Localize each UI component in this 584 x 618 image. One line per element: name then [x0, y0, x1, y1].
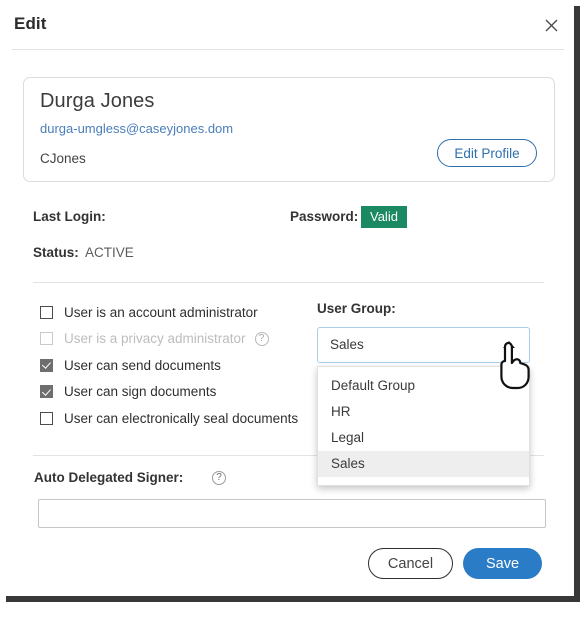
- password-label: Password:: [290, 209, 359, 224]
- dropdown-option-default-group[interactable]: Default Group: [318, 373, 529, 399]
- save-button[interactable]: Save: [463, 548, 542, 579]
- checkbox-sign-documents[interactable]: [40, 385, 53, 399]
- permission-label: User can electronically seal documents: [64, 410, 299, 426]
- user-group-dropdown: Default Group HR Legal Sales: [317, 366, 530, 486]
- header-divider: [12, 49, 564, 50]
- last-login-label: Last Login:: [33, 209, 106, 224]
- user-group-selected-value: Sales: [330, 337, 364, 352]
- auto-delegated-signer-input[interactable]: [38, 499, 546, 528]
- checkbox-seal-documents[interactable]: [40, 411, 53, 425]
- permission-row-privacy-administrator: User is a privacy administrator ?: [40, 326, 310, 353]
- status-label: Status:: [33, 245, 79, 260]
- status-value: ACTIVE: [85, 245, 134, 260]
- user-group-label: User Group:: [317, 301, 396, 316]
- password-status-badge: Valid: [361, 206, 407, 228]
- dropdown-option-hr[interactable]: HR: [318, 399, 529, 425]
- help-icon[interactable]: ?: [254, 331, 269, 346]
- section-divider-top: [33, 282, 544, 283]
- user-group-select[interactable]: Sales: [317, 327, 530, 363]
- permission-label: User is a privacy administrator: [64, 331, 246, 347]
- cancel-button[interactable]: Cancel: [368, 548, 453, 579]
- auto-delegated-signer-label: Auto Delegated Signer:: [34, 470, 184, 485]
- close-icon[interactable]: [540, 14, 562, 36]
- dropdown-option-legal[interactable]: Legal: [318, 425, 529, 451]
- edit-profile-button[interactable]: Edit Profile: [437, 139, 537, 167]
- profile-email-link[interactable]: durga-umgless@caseyjones.dom: [40, 121, 233, 136]
- chevron-up-icon[interactable]: [503, 341, 515, 348]
- permission-row-send-documents[interactable]: User can send documents: [40, 352, 310, 379]
- dialog-header: Edit: [0, 0, 574, 50]
- profile-card: Durga Jones durga-umgless@caseyjones.dom…: [23, 77, 555, 182]
- permission-row-account-administrator[interactable]: User is an account administrator: [40, 299, 310, 326]
- help-icon[interactable]: ?: [212, 471, 226, 485]
- page-title: Edit: [14, 14, 47, 33]
- permission-row-seal-documents[interactable]: User can electronically seal documents: [40, 405, 310, 432]
- profile-name: Durga Jones: [40, 90, 155, 112]
- profile-username: CJones: [40, 151, 86, 166]
- checkbox-account-administrator[interactable]: [40, 305, 53, 319]
- checkbox-privacy-administrator: [40, 332, 53, 346]
- permissions-list: User is an account administrator User is…: [40, 299, 310, 432]
- checkbox-send-documents[interactable]: [40, 358, 53, 372]
- permission-row-sign-documents[interactable]: User can sign documents: [40, 379, 310, 406]
- permission-label: User is an account administrator: [64, 304, 258, 320]
- edit-user-dialog: Edit Durga Jones durga-umgless@caseyjone…: [0, 0, 574, 596]
- permission-label: User can sign documents: [64, 384, 217, 400]
- dropdown-option-sales[interactable]: Sales: [318, 451, 529, 477]
- permission-label: User can send documents: [64, 357, 221, 373]
